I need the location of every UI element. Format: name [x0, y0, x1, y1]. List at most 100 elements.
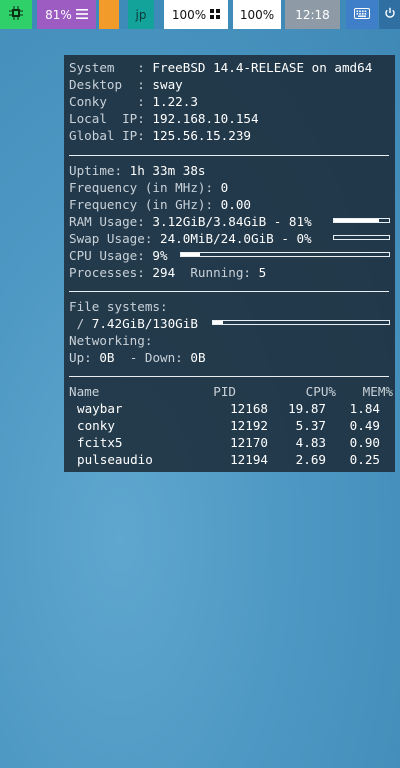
workspace-indicator[interactable] — [99, 0, 119, 29]
global-ip-row: Global IP: 125.56.15.239 — [69, 127, 251, 144]
desktop-label: Desktop : — [69, 77, 145, 92]
brightness-value: 100% — [171, 7, 207, 22]
filesystems-title: File systems: — [69, 298, 168, 315]
local-ip-label: Local IP: — [69, 111, 145, 126]
process-name: waybar — [77, 401, 123, 416]
process-cpu: 19.87 — [288, 401, 326, 416]
divider — [69, 155, 389, 156]
up-value: 0B — [99, 350, 115, 365]
freq-ghz-value: 0.00 — [220, 197, 251, 212]
uptime-row: Uptime: 1h 33m 38s — [69, 162, 206, 179]
divider — [69, 376, 389, 377]
system-label: System : — [69, 60, 145, 75]
processes-value: 294 — [152, 265, 176, 280]
uptime-value: 1h 33m 38s — [129, 163, 206, 178]
process-mem: 1.84 — [349, 401, 380, 416]
freq-ghz-row: Frequency (in GHz): 0.00 — [69, 196, 251, 213]
freq-ghz-label: Frequency (in GHz): — [69, 197, 214, 212]
swap-usage-bar — [333, 235, 390, 240]
up-label: Up: — [69, 350, 92, 365]
process-name: fcitx5 — [77, 435, 123, 450]
down-value: 0B — [190, 350, 206, 365]
status-bar: 81% jp 100% 100% 12:18 — [0, 0, 400, 29]
running-label: Running: — [190, 265, 252, 280]
down-label: - Down: — [122, 350, 183, 365]
freq-mhz-label: Frequency (in MHz): — [69, 180, 214, 195]
cpu-row: CPU Usage: 9% — [69, 247, 168, 264]
volume-module[interactable]: 100% — [233, 0, 281, 29]
root-fs-bar — [212, 320, 390, 325]
ram-label: RAM Usage: — [69, 214, 145, 229]
system-row: System : FreeBSD 14.4-RELEASE on amd64 — [69, 59, 372, 76]
ram-value: 3.12GiB/3.84GiB - 81% — [152, 214, 312, 229]
header-cpu: CPU% — [305, 384, 336, 399]
power-module[interactable] — [379, 0, 400, 29]
header-name: Name — [69, 384, 100, 399]
system-value: FreeBSD 14.4-RELEASE on amd64 — [152, 60, 373, 75]
volume-value: 100% — [239, 7, 275, 22]
ram-row: RAM Usage: 3.12GiB/3.84GiB - 81% — [69, 213, 312, 230]
filesystems-label: File systems: — [69, 299, 168, 314]
process-mem: 0.49 — [349, 418, 380, 433]
ram-usage-bar — [333, 218, 390, 223]
input-method-label: jp — [135, 7, 147, 22]
process-cpu: 2.69 — [295, 452, 326, 467]
global-ip-label: Global IP: — [69, 128, 145, 143]
grid-icon — [210, 8, 221, 22]
battery-module[interactable]: 81% — [37, 0, 96, 29]
power-icon — [384, 7, 396, 22]
chip-icon — [9, 6, 23, 23]
process-mem: 0.90 — [349, 435, 380, 450]
process-cpu: 4.83 — [295, 435, 326, 450]
process-name: pulseaudio — [77, 452, 153, 467]
root-fs-value: 7.42GiB/130GiB — [91, 316, 198, 331]
cpu-module[interactable] — [0, 0, 32, 29]
global-ip-value: 125.56.15.239 — [152, 128, 251, 143]
freq-mhz-value: 0 — [220, 180, 229, 195]
uptime-label: Uptime: — [69, 163, 123, 178]
keyboard-icon — [354, 7, 370, 22]
local-ip-row: Local IP: 192.168.10.154 — [69, 110, 259, 127]
desktop-row: Desktop : sway — [69, 76, 183, 93]
header-pid: PID — [213, 384, 236, 399]
desktop-value: sway — [152, 77, 183, 92]
process-mem: 0.25 — [349, 452, 380, 467]
running-value: 5 — [258, 265, 267, 280]
processes-label: Processes: — [69, 265, 145, 280]
process-pid: 12192 — [230, 418, 268, 433]
process-pid: 12168 — [230, 401, 268, 416]
process-pid: 12194 — [230, 452, 268, 467]
cpu-usage-fill — [181, 253, 200, 256]
processes-row: Processes: 294 Running: 5 — [69, 264, 266, 281]
menu-lines-icon — [75, 8, 88, 22]
cpu-value: 9% — [152, 248, 168, 263]
ram-usage-fill — [334, 219, 379, 222]
swap-label: Swap Usage: — [69, 231, 153, 246]
networking-title: Networking: — [69, 332, 152, 349]
clock-time: 12:18 — [295, 7, 330, 22]
local-ip-value: 192.168.10.154 — [152, 111, 259, 126]
root-fs-row: / 7.42GiB/130GiB — [69, 315, 198, 332]
networking-label: Networking: — [69, 333, 153, 348]
process-cpu: 5.37 — [295, 418, 326, 433]
battery-percent: 81% — [45, 7, 72, 22]
network-row: Up: 0B - Down: 0B — [69, 349, 206, 366]
swap-value: 24.0MiB/24.0GiB - 0% — [160, 231, 312, 246]
swap-row: Swap Usage: 24.0MiB/24.0GiB - 0% — [69, 230, 312, 247]
conky-version: 1.22.3 — [152, 94, 198, 109]
keyboard-module[interactable] — [346, 0, 378, 29]
conky-label: Conky : — [69, 94, 145, 109]
brightness-module[interactable]: 100% — [164, 0, 228, 29]
cpu-usage-bar — [180, 252, 390, 257]
root-fs-label: / — [69, 316, 85, 331]
conky-panel: System : FreeBSD 14.4-RELEASE on amd64 D… — [64, 55, 395, 472]
divider — [69, 291, 389, 292]
cpu-label: CPU Usage: — [69, 248, 145, 263]
process-name: conky — [77, 418, 115, 433]
process-pid: 12170 — [230, 435, 268, 450]
clock-module[interactable]: 12:18 — [285, 0, 340, 29]
conky-row: Conky : 1.22.3 — [69, 93, 198, 110]
input-method-module[interactable]: jp — [128, 0, 154, 29]
root-fs-fill — [213, 321, 224, 324]
freq-mhz-row: Frequency (in MHz): 0 — [69, 179, 228, 196]
